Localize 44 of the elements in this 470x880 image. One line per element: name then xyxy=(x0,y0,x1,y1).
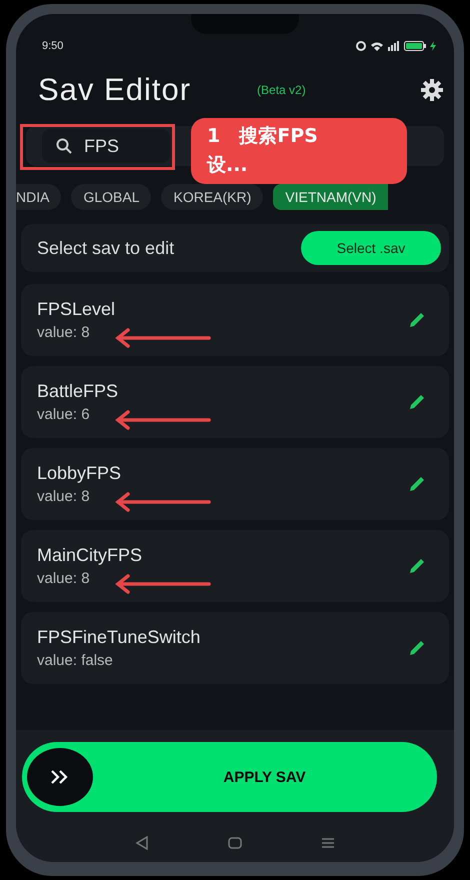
pencil-icon[interactable] xyxy=(407,556,427,576)
region-chip[interactable]: KOREA(KR) xyxy=(161,184,264,210)
entry-card[interactable]: FPSFineTuneSwitch value: false xyxy=(21,612,449,684)
pencil-icon[interactable] xyxy=(407,638,427,658)
alarm-icon xyxy=(356,41,366,51)
back-icon[interactable] xyxy=(135,836,150,850)
search-field[interactable]: FPS xyxy=(42,129,170,163)
region-chip[interactable]: NDIA xyxy=(16,184,62,210)
pencil-icon[interactable] xyxy=(407,310,427,330)
file-label: Select sav to edit xyxy=(37,238,174,258)
entry-card[interactable]: MainCityFPS value: 8 xyxy=(21,530,449,602)
entry-card[interactable]: LobbyFPS value: 8 xyxy=(21,448,449,520)
entry-value: value: false xyxy=(37,652,114,669)
settings-icon[interactable] xyxy=(420,78,444,102)
battery-icon xyxy=(404,41,426,51)
callout-note: 1 搜索FPS设... xyxy=(191,118,407,184)
entry-name: FPSLevel xyxy=(37,299,116,320)
pencil-icon[interactable] xyxy=(407,392,427,412)
wifi-icon xyxy=(370,41,384,51)
home-icon[interactable] xyxy=(228,836,242,850)
apply-label: APPLY SAV xyxy=(222,768,307,786)
menu-icon[interactable] xyxy=(320,836,335,850)
entry-card[interactable]: FPSLevel value: 8 xyxy=(21,284,449,356)
entry-value: value: 8 xyxy=(37,570,91,587)
entry-value: value: 8 xyxy=(37,488,91,505)
region-chip[interactable]: VIETNAM(VN) xyxy=(273,184,388,210)
version-label: (Beta v2) xyxy=(257,83,306,97)
charging-icon xyxy=(430,41,436,51)
entry-name: BattleFPS xyxy=(37,381,118,402)
pencil-icon[interactable] xyxy=(407,474,427,494)
signal-icon xyxy=(388,41,400,51)
entry-name: LobbyFPS xyxy=(37,463,122,484)
select-file-button[interactable]: Select .sav xyxy=(301,231,441,265)
entry-name: FPSFineTuneSwitch xyxy=(37,627,200,648)
apply-slider[interactable]: APPLY SAV xyxy=(22,742,437,812)
region-chip[interactable]: GLOBAL xyxy=(71,184,152,210)
entry-card[interactable]: BattleFPS value: 6 xyxy=(21,366,449,438)
slider-thumb[interactable] xyxy=(27,748,93,806)
app-title: Sav Editor xyxy=(38,72,192,108)
search-icon xyxy=(56,138,72,154)
status-time: 9:50 xyxy=(42,40,64,52)
entry-value: value: 8 xyxy=(37,324,91,341)
entry-name: MainCityFPS xyxy=(37,545,142,566)
entry-value: value: 6 xyxy=(37,406,91,423)
